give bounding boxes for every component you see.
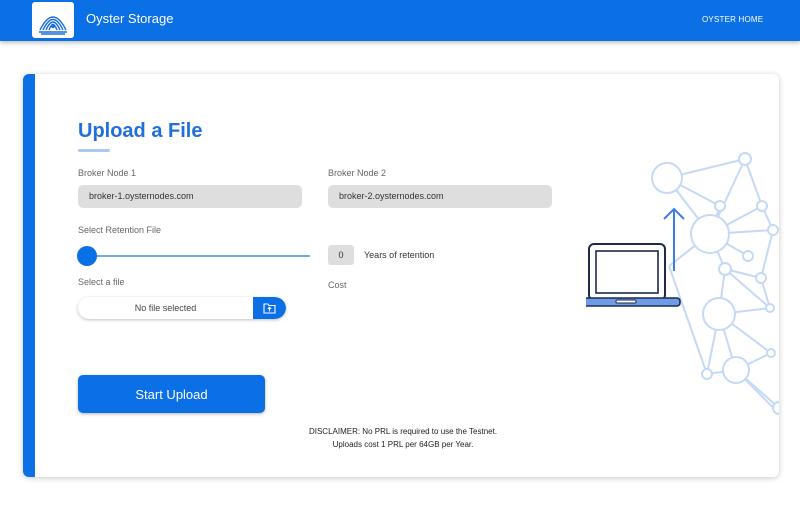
- start-upload-button[interactable]: Start Upload: [78, 375, 265, 413]
- disclaimer-line-2: Uploads cost 1 PRL per 64GB per Year.: [332, 440, 474, 449]
- cost-label: Cost: [328, 280, 347, 290]
- retention-slider-thumb[interactable]: [77, 246, 97, 266]
- brand-title: Oyster Storage: [86, 11, 174, 26]
- disclaimer-line-1: DISCLAIMER: No PRL is required to use th…: [308, 427, 498, 436]
- card-accent-bar: [23, 74, 35, 477]
- broker-node-1-label: Broker Node 1: [78, 168, 137, 178]
- broker-node-2-field[interactable]: broker-2.oysternodes.com: [328, 185, 552, 208]
- retention-slider-track[interactable]: [78, 255, 310, 257]
- top-nav-bar: Oyster Storage OYSTER HOME: [0, 0, 800, 41]
- broker-node-2-label: Broker Node 2: [328, 168, 387, 178]
- years-input[interactable]: 0: [328, 245, 354, 265]
- page-title: Upload a File: [78, 120, 203, 142]
- browse-file-button[interactable]: [253, 297, 286, 319]
- oyster-logo-icon[interactable]: [32, 2, 74, 38]
- title-underline: [78, 149, 110, 152]
- upload-card: Upload a File Broker Node 1 broker-1.oys…: [23, 74, 779, 477]
- years-of-retention-label: Years of retention: [364, 250, 435, 260]
- file-picker[interactable]: No file selected: [78, 297, 286, 319]
- oyster-home-link[interactable]: OYSTER HOME: [702, 15, 763, 24]
- file-status-text: No file selected: [134, 303, 197, 313]
- retention-label: Select Retention File: [78, 225, 162, 235]
- broker-node-1-field[interactable]: broker-1.oysternodes.com: [78, 185, 302, 208]
- select-file-label: Select a file: [78, 277, 125, 287]
- folder-upload-icon: [263, 303, 276, 314]
- laptop-upload-network-illustration: [586, 152, 779, 416]
